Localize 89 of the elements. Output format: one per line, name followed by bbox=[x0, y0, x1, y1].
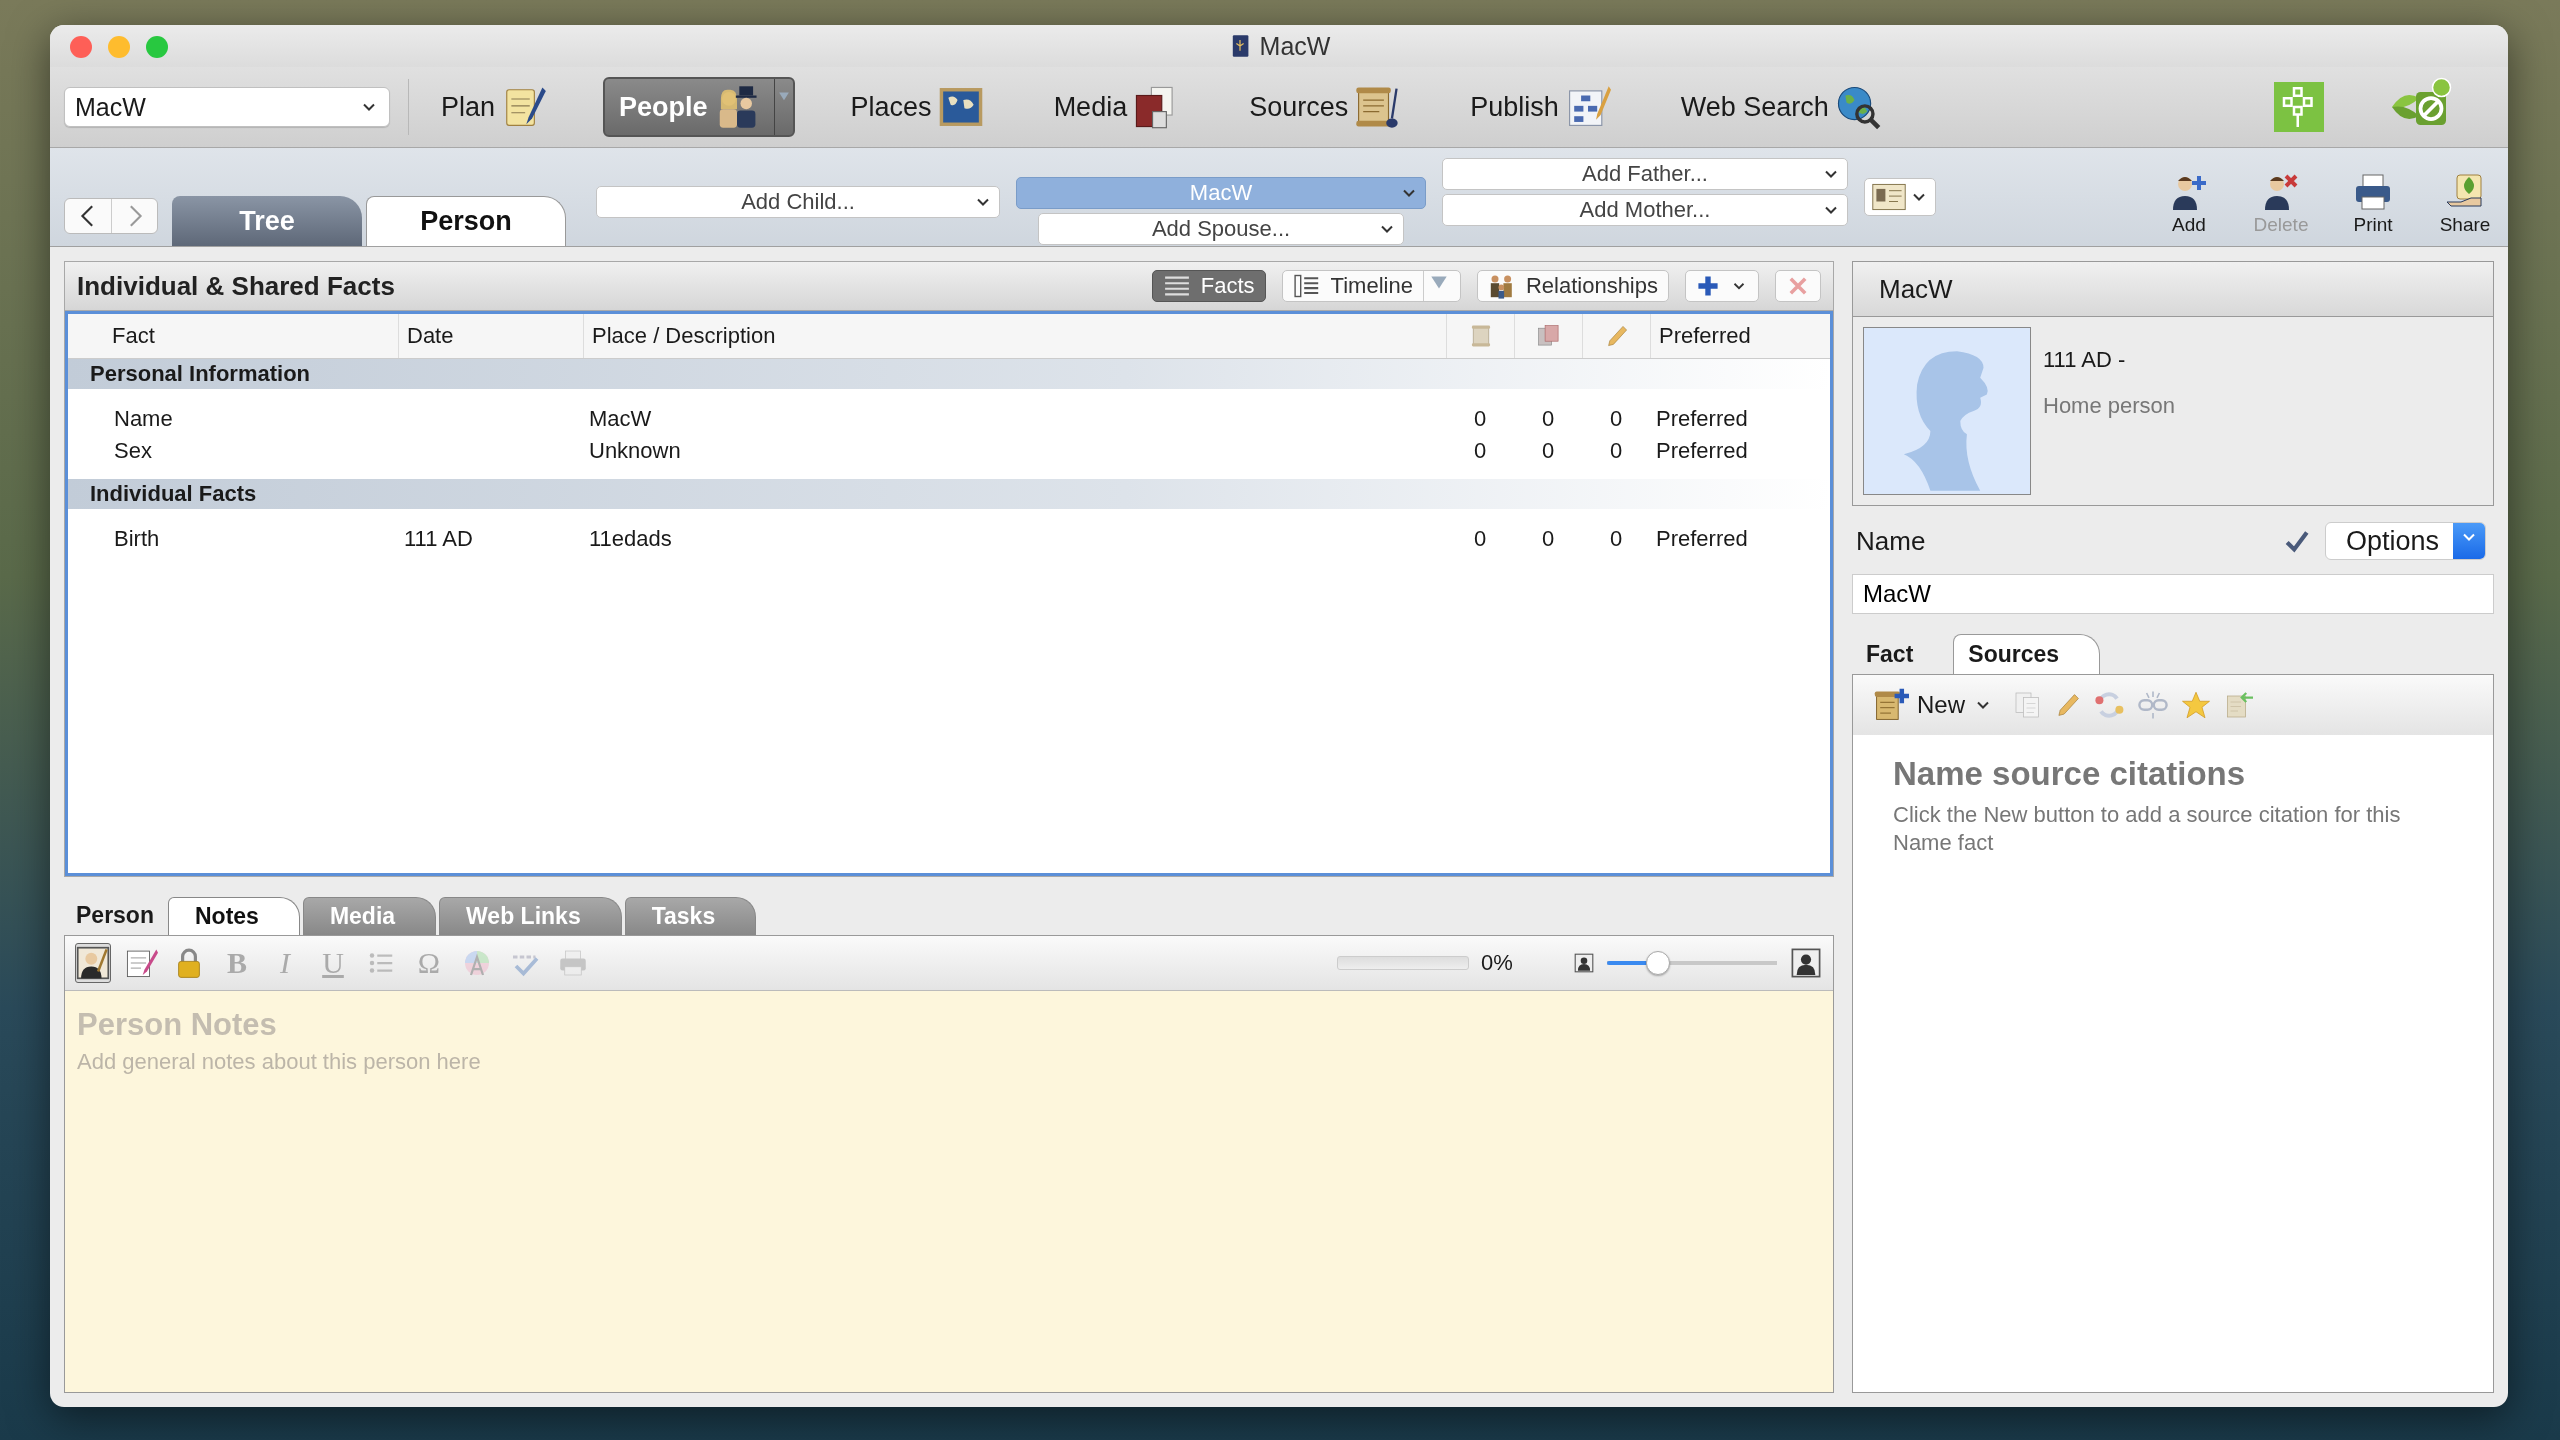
printer-icon bbox=[2353, 172, 2393, 212]
table-cell: 111 AD bbox=[404, 526, 473, 552]
notes-tab[interactable]: Notes bbox=[168, 897, 300, 935]
portrait-pencil-icon bbox=[76, 946, 110, 980]
action-button[interactable]: Share bbox=[2436, 172, 2494, 236]
plus-icon bbox=[1696, 274, 1720, 298]
name-input[interactable]: MacW bbox=[1852, 574, 2494, 614]
table-cell-text: Preferred bbox=[1655, 405, 1749, 433]
view-toggle-button[interactable]: Facts bbox=[1151, 270, 1266, 302]
fact-row[interactable]: Name MacW 0 0 0 Preferred bbox=[68, 403, 1830, 435]
table-cell-text: Preferred bbox=[1655, 525, 1749, 553]
nav-button[interactable]: People bbox=[603, 77, 795, 137]
timeline-icon bbox=[1292, 272, 1321, 300]
star-icon bbox=[2181, 690, 2211, 720]
add-father-dropdown[interactable]: Add Father... bbox=[1442, 158, 1848, 190]
add-fact-button[interactable] bbox=[1685, 270, 1759, 302]
notes-title: Person Notes bbox=[77, 1007, 278, 1043]
table-cell: 0 bbox=[1541, 406, 1555, 432]
table-cell-text: Birth bbox=[113, 525, 161, 553]
nav-button[interactable]: Publish bbox=[1456, 77, 1625, 137]
family-view-button[interactable] bbox=[1864, 178, 1936, 216]
empty-state-title: Name source citations bbox=[1893, 755, 2247, 793]
life-dates: 111 AD - bbox=[2043, 347, 2127, 373]
person-role: Home person bbox=[2043, 393, 2176, 419]
table-cell: 0 bbox=[1473, 406, 1487, 432]
table-cell-text: MacW bbox=[588, 405, 653, 433]
slider-thumb[interactable] bbox=[1646, 951, 1670, 975]
view-toggle-button[interactable]: Relationships bbox=[1476, 270, 1669, 302]
nav-button[interactable]: Media bbox=[1039, 77, 1194, 137]
table-cell-text: Unknown bbox=[588, 437, 682, 465]
large-person-icon bbox=[1789, 946, 1823, 980]
scroll-icon bbox=[1354, 84, 1401, 130]
column-header: Place / Description bbox=[583, 314, 1446, 358]
add-child-dropdown[interactable]: Add Child... bbox=[596, 186, 1000, 218]
delete-fact-button[interactable] bbox=[1775, 270, 1821, 302]
notes-placeholder: Add general notes about this person here bbox=[77, 1049, 482, 1075]
pencil-icon bbox=[2055, 692, 2081, 718]
nav-button[interactable]: Sources bbox=[1235, 77, 1415, 137]
fact-row[interactable]: Birth 111 AD 11edads 0 0 0 Preferred bbox=[68, 523, 1830, 555]
photo-icon bbox=[1535, 323, 1562, 349]
table-cell: 0 bbox=[1541, 526, 1555, 552]
window-title: MacW bbox=[1259, 31, 1331, 61]
printer-icon bbox=[558, 948, 588, 978]
close-button[interactable] bbox=[70, 36, 92, 58]
zoom-button[interactable] bbox=[146, 36, 168, 58]
table-cell: 0 bbox=[1541, 438, 1555, 464]
nav-button[interactable]: Web Search bbox=[1666, 77, 1895, 137]
table-cell-text: Sex bbox=[113, 437, 153, 465]
action-button[interactable]: Add bbox=[2160, 172, 2218, 236]
refresh-icon bbox=[2093, 689, 2125, 721]
table-cell: 0 bbox=[1609, 526, 1623, 552]
detail-tab[interactable]: Sources bbox=[1953, 634, 2101, 674]
fact-row[interactable]: Sex Unknown 0 0 0 Preferred bbox=[68, 435, 1830, 467]
table-cell: 0 bbox=[1609, 438, 1623, 464]
person-notes-button[interactable] bbox=[75, 943, 111, 983]
table-cell: 0 bbox=[1609, 406, 1623, 432]
color-wheel-icon bbox=[462, 948, 492, 978]
table-cell-text: Name bbox=[113, 405, 174, 433]
table-cell: 0 bbox=[1473, 526, 1487, 552]
add-mother-dropdown[interactable]: Add Mother... bbox=[1442, 194, 1848, 226]
options-button[interactable]: Options bbox=[2324, 522, 2486, 560]
fact-label: Name bbox=[1855, 525, 1927, 557]
column-header: Preferred bbox=[1650, 314, 1830, 358]
tree-app-button[interactable] bbox=[2274, 82, 2324, 132]
unlink-icon bbox=[2137, 689, 2169, 721]
column-header: Fact bbox=[111, 322, 156, 350]
person-selector[interactable]: MacW bbox=[64, 87, 390, 127]
new-citation-button[interactable]: New bbox=[1873, 687, 1993, 723]
scroll-plus-icon bbox=[1873, 687, 1909, 723]
person-name: MacW bbox=[1879, 273, 1953, 305]
table-cell: 0 bbox=[1473, 438, 1487, 464]
progress-reading: 0% bbox=[1481, 950, 1514, 976]
add-spouse-dropdown[interactable]: Add Spouse... bbox=[1038, 213, 1404, 245]
empty-state-message: Click the New button to add a source citation for this Name fact bbox=[1893, 801, 2402, 856]
minimize-button[interactable] bbox=[108, 36, 130, 58]
panel-title: Individual & Shared Facts bbox=[77, 270, 396, 302]
table-cell-text: 11edads bbox=[588, 525, 673, 553]
detail-tab[interactable]: Fact bbox=[1852, 634, 1954, 674]
panel-title: Person bbox=[75, 902, 155, 930]
tree-icon bbox=[2274, 82, 2324, 132]
nav-button[interactable]: Plan bbox=[427, 77, 562, 137]
nav-button[interactable]: Places bbox=[836, 77, 998, 137]
small-person-icon bbox=[1573, 952, 1595, 974]
action-button[interactable]: Print bbox=[2344, 172, 2402, 236]
view-tab[interactable]: Person bbox=[366, 196, 566, 246]
view-tab[interactable]: Tree bbox=[172, 196, 362, 246]
column-header: Date bbox=[398, 314, 583, 358]
table-cell-text: Preferred bbox=[1655, 437, 1749, 465]
view-toggle-button[interactable]: Timeline bbox=[1281, 270, 1461, 302]
